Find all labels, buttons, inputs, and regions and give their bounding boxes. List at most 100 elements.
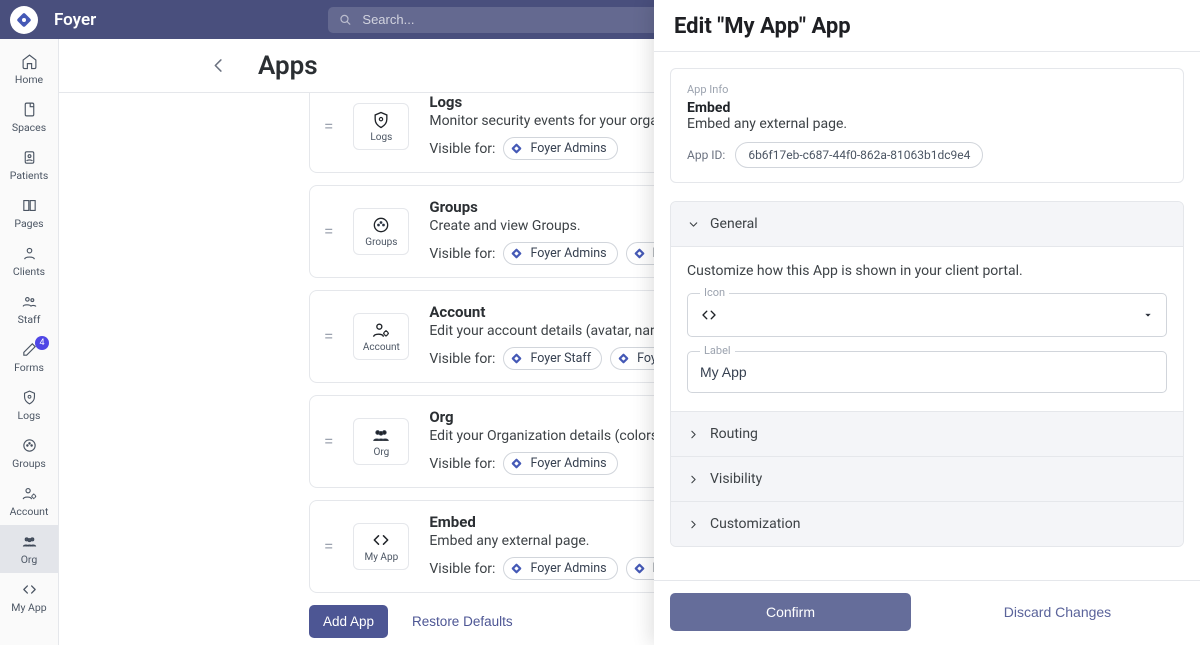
drawer-sections: General Customize how this App is shown … [670,201,1184,547]
left-nav: Home Spaces Patients Pages Clients Staff Forms… [0,39,59,645]
section-routing-label: Routing [710,426,758,442]
app-info-panel: App Info Embed Embed any external page. … [670,68,1184,183]
restore-defaults-button[interactable]: Restore Defaults [408,606,517,637]
visibility-chip[interactable]: Foyer Admins [503,242,617,265]
discard-changes-button[interactable]: Discard Changes [931,603,1184,621]
sidebar-item-clients[interactable]: Clients [0,237,58,285]
section-customization-header[interactable]: Customization [671,501,1183,546]
visible-for-label: Visible for: [429,351,495,367]
sidebar-item-label: Home [15,73,43,86]
chevron-down-icon [687,218,700,231]
back-arrow-icon [209,56,228,75]
drag-handle-icon[interactable]: = [324,222,333,242]
sidebar-item-patients[interactable]: Patients [0,141,58,189]
sidebar-item-label: Forms [14,361,44,374]
app-id-label: App ID: [687,148,725,162]
sidebar-item-account[interactable]: Account [0,477,58,525]
sidebar-item-staff[interactable]: Staff [0,285,58,333]
sidebar-item-groups[interactable]: Groups [0,429,58,477]
edit-app-drawer: Edit "My App" App App Info Embed Embed a… [654,0,1200,645]
sidebar-item-label: Clients [13,265,45,278]
visible-for-label: Visible for: [429,141,495,157]
section-routing-header[interactable]: Routing [671,411,1183,456]
drag-handle-icon[interactable]: = [324,537,333,557]
page-title: Apps [258,51,318,81]
spaces-icon [21,101,38,119]
add-app-button[interactable]: Add App [309,605,388,638]
app-card-icon: Logs [353,103,409,150]
section-visibility-header[interactable]: Visibility [671,456,1183,501]
drag-handle-icon[interactable]: = [324,117,333,137]
home-icon [21,53,38,71]
app-info-desc: Embed any external page. [687,116,1167,132]
sidebar-item-label: Logs [18,409,41,422]
sidebar-item-label: My App [11,601,46,614]
drawer-title: Edit "My App" App [674,14,1180,39]
visibility-chip[interactable]: Foyer Admins [503,452,617,475]
people-icon [21,533,38,551]
sidebar-item-label: Org [21,553,38,566]
logo-icon [10,6,38,34]
app-card-icon-label: Account [363,342,400,353]
sidebar-item-logs[interactable]: Logs [0,381,58,429]
nav-badge: 4 [35,336,49,350]
app-id-value[interactable]: 6b6f17eb-c687-44f0-862a-81063b1dc9e4 [735,142,983,168]
app-card-icon-label: Logs [370,132,392,143]
drag-handle-icon[interactable]: = [324,327,333,347]
sidebar-item-label: Patients [10,169,49,182]
visibility-chip[interactable]: Foyer Admins [503,137,617,160]
app-card-icon: My App [353,523,409,570]
visible-for-label: Visible for: [429,456,495,472]
app-info-title: Embed [687,100,1167,116]
app-info-section-label: App Info [687,83,1167,96]
sidebar-item-home[interactable]: Home [0,45,58,93]
chip-label: Foyer Admins [530,246,606,261]
sidebar-item-label: Staff [18,313,41,326]
chip-label: Foyer Admins [530,141,606,156]
sidebar-item-org[interactable]: Org [0,525,58,573]
icon-field[interactable]: Icon [687,293,1167,337]
icon-field-label: Icon [700,286,729,299]
section-general-header[interactable]: General [671,202,1183,246]
sidebar-item-pages[interactable]: Pages [0,189,58,237]
code-icon [700,306,718,324]
dropdown-caret-icon [1142,309,1154,321]
chip-label: Foyer Admins [530,456,606,471]
chevron-right-icon [687,473,700,486]
drawer-header: Edit "My App" App [654,0,1200,52]
section-general-label: General [710,216,758,232]
chip-label: Foyer Staff [530,351,591,366]
app-id-row: App ID: 6b6f17eb-c687-44f0-862a-81063b1d… [687,142,1167,168]
sidebar-item-label: Groups [12,457,46,470]
visibility-chip[interactable]: Foyer Staff [503,347,602,370]
book-icon [21,197,38,215]
visibility-chip[interactable]: Foyer Admins [503,557,617,580]
chip-label: Foyer Admins [530,561,606,576]
section-general-body: Customize how this App is shown in your … [671,246,1183,411]
label-field[interactable]: Label [687,351,1167,393]
label-input[interactable] [688,352,1166,392]
back-button[interactable] [209,56,228,75]
sidebar-item-label: Spaces [12,121,46,134]
app-card-icon-label: My App [364,552,398,563]
app-card-icon: Groups [353,208,409,255]
section-customization-label: Customization [710,516,800,532]
sidebar-item-label: Pages [14,217,43,230]
general-help-text: Customize how this App is shown in your … [687,263,1167,279]
chevron-right-icon [687,518,700,531]
sidebar-item-spaces[interactable]: Spaces [0,93,58,141]
app-name: Foyer [54,10,96,30]
chevron-right-icon [687,428,700,441]
dots-circle-icon [21,437,38,455]
sidebar-item-forms[interactable]: Forms 4 [0,333,58,381]
drawer-footer: Confirm Discard Changes [654,580,1200,645]
drag-handle-icon[interactable]: = [324,432,333,452]
app-card-icon: Account [353,313,409,360]
shield-icon [21,389,38,407]
person-icon [21,245,38,263]
group-icon [21,293,38,311]
label-field-label: Label [700,344,735,357]
sidebar-item-myapp[interactable]: My App [0,573,58,621]
visible-for-label: Visible for: [429,246,495,262]
confirm-button[interactable]: Confirm [670,593,911,631]
